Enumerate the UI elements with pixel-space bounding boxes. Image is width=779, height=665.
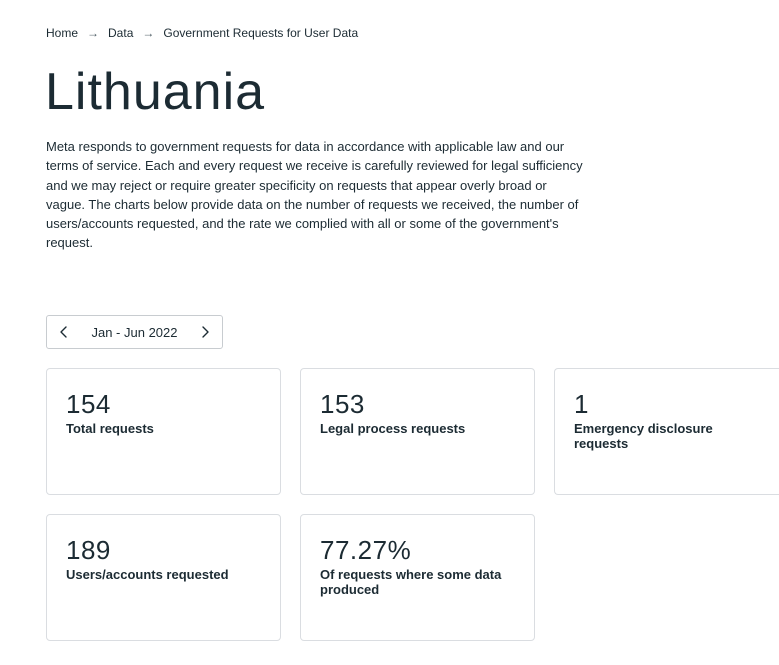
period-selector: Jan - Jun 2022 xyxy=(46,315,223,349)
page-title: Lithuania xyxy=(45,63,266,121)
stat-label: Of requests where some data produced xyxy=(320,567,502,597)
breadcrumb-current-page[interactable]: Government Requests for User Data xyxy=(163,26,358,40)
stat-value: 153 xyxy=(320,389,365,419)
page-description: Meta responds to government requests for… xyxy=(46,139,583,251)
stat-label: Legal process requests xyxy=(320,421,466,436)
stat-card-total-requests: 154 Total requests xyxy=(46,368,281,495)
stat-value: 189 xyxy=(66,535,111,565)
breadcrumb-home-link[interactable]: Home xyxy=(46,26,78,40)
stat-card-legal-process-requests: 153 Legal process requests xyxy=(300,368,535,495)
stat-card-emergency-disclosure-requests: 1 Emergency disclosure requests xyxy=(554,368,779,495)
stat-value: 1 xyxy=(574,389,589,419)
chevron-left-icon[interactable] xyxy=(55,323,73,341)
stat-card-data-produced-rate: 77.27% Of requests where some data produ… xyxy=(300,514,535,641)
stat-label: Emergency disclosure requests xyxy=(574,421,713,451)
chevron-right-icon[interactable] xyxy=(196,323,214,341)
stat-label: Users/accounts requested xyxy=(66,567,229,582)
arrow-right-icon: → xyxy=(142,26,155,40)
stat-label: Total requests xyxy=(66,421,154,436)
breadcrumb-data-link[interactable]: Data xyxy=(108,26,133,40)
breadcrumb: Home → Data → Government Requests for Us… xyxy=(46,26,358,40)
stat-card-users-accounts-requested: 189 Users/accounts requested xyxy=(46,514,281,641)
stat-value: 154 xyxy=(66,389,111,419)
arrow-right-icon: → xyxy=(87,26,100,40)
period-label: Jan - Jun 2022 xyxy=(91,324,178,340)
stat-value: 77.27% xyxy=(320,535,412,565)
